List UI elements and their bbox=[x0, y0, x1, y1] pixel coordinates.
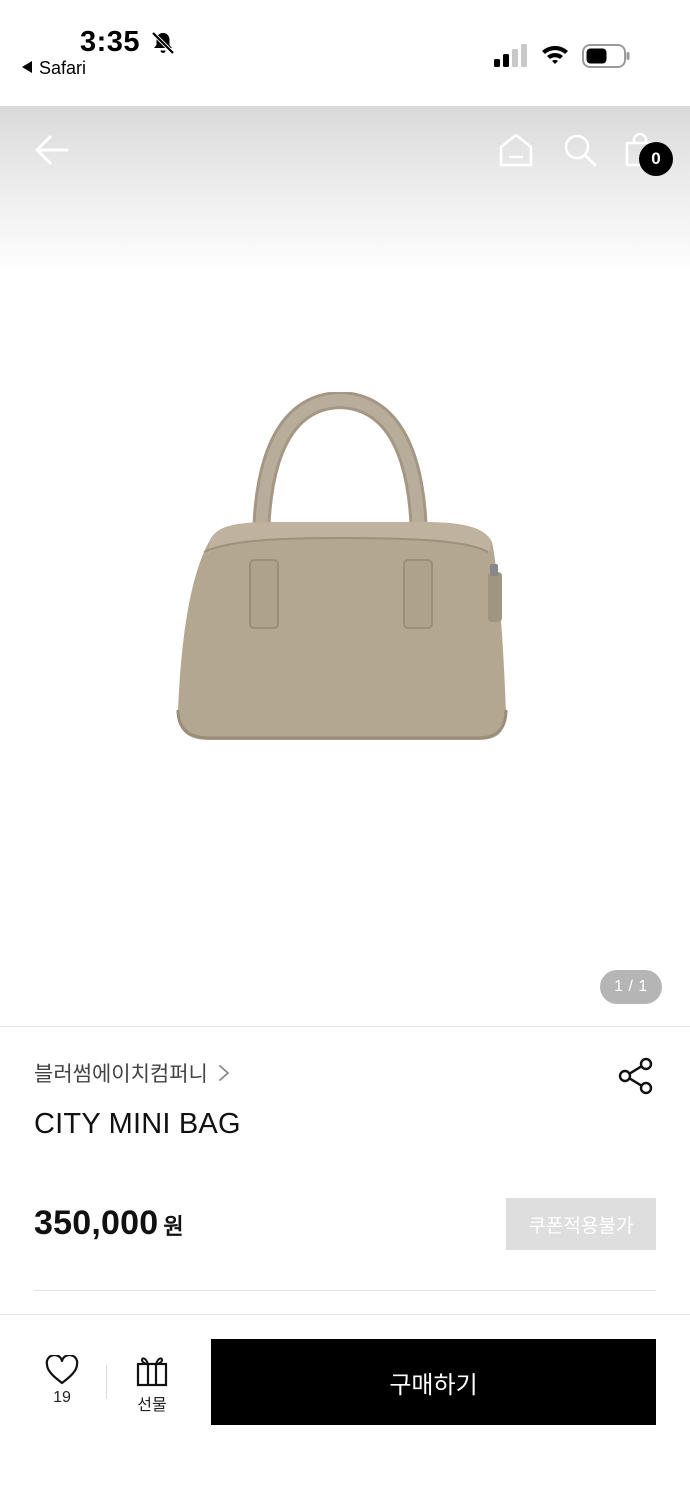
like-button[interactable]: 19 bbox=[38, 1355, 86, 1417]
buy-button[interactable]: 구매하기 bbox=[211, 1339, 656, 1425]
share-icon[interactable] bbox=[616, 1056, 656, 1096]
wifi-icon bbox=[542, 45, 568, 64]
product-title: CITY MINI BAG bbox=[34, 1108, 241, 1140]
silent-bell-icon bbox=[151, 31, 175, 55]
back-triangle-icon bbox=[22, 61, 32, 73]
cellular-signal-icon bbox=[494, 44, 527, 67]
back-to-app-link[interactable]: Safari bbox=[22, 58, 86, 79]
product-gallery[interactable]: 1 / 1 bbox=[0, 106, 690, 1026]
status-bar: 3:35 Safari bbox=[0, 0, 690, 106]
back-app-label: Safari bbox=[39, 58, 87, 78]
brand-link[interactable]: 블러썸에이치컴퍼니 bbox=[34, 1058, 230, 1088]
cart-count-badge: 0 bbox=[639, 142, 673, 176]
divider bbox=[0, 1026, 690, 1027]
status-time: 3:35 bbox=[80, 26, 141, 58]
price-value: 350,000 bbox=[34, 1204, 159, 1242]
price-currency: 원 bbox=[163, 1214, 184, 1239]
heart-icon bbox=[45, 1355, 79, 1385]
arrow-left-icon bbox=[35, 135, 69, 165]
divider bbox=[106, 1365, 107, 1399]
gift-label: 선물 bbox=[137, 1397, 167, 1414]
price: 350,000 원 bbox=[34, 1204, 184, 1243]
back-button[interactable] bbox=[28, 126, 76, 174]
brand-name: 블러썸에이치컴퍼니 bbox=[34, 1063, 208, 1086]
gift-button[interactable]: 선물 bbox=[126, 1355, 178, 1417]
home-button[interactable] bbox=[492, 126, 540, 174]
search-icon bbox=[564, 134, 597, 167]
divider bbox=[34, 1290, 656, 1291]
search-button[interactable] bbox=[556, 126, 604, 174]
coupon-unavailable-button: 쿠폰적용불가 bbox=[506, 1198, 656, 1250]
like-count: 19 bbox=[53, 1389, 71, 1406]
product-image[interactable] bbox=[170, 392, 515, 742]
home-icon bbox=[499, 133, 533, 167]
chevron-right-icon bbox=[218, 1065, 229, 1081]
gift-icon bbox=[136, 1357, 168, 1387]
battery-icon bbox=[582, 44, 630, 68]
bottom-action-bar: 19 선물 구매하기 bbox=[0, 1314, 690, 1500]
image-page-indicator: 1 / 1 bbox=[600, 970, 662, 1004]
